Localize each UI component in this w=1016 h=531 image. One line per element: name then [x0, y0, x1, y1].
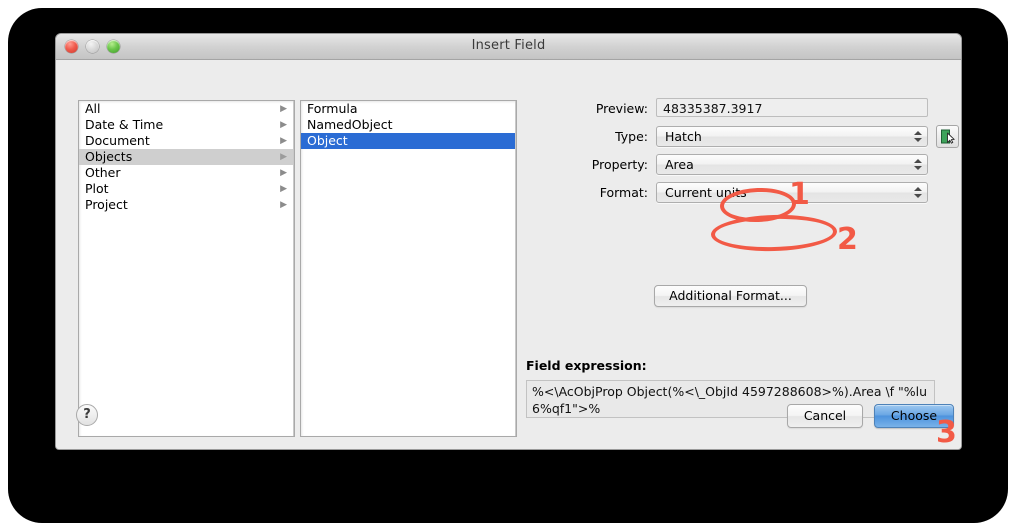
chevron-right-icon: ▶: [280, 184, 287, 194]
list-item-label: NamedObject: [307, 117, 393, 132]
list-item[interactable]: Formula: [301, 101, 516, 117]
type-dropdown[interactable]: Hatch: [656, 126, 928, 147]
object-picker-icon: [941, 129, 955, 144]
property-dropdown-value: Area: [665, 157, 694, 172]
field-type-list[interactable]: Formula NamedObject Object: [300, 100, 517, 437]
list-item-label: Plot: [85, 181, 109, 196]
chevron-right-icon: ▶: [280, 136, 287, 146]
list-item-label: Date & Time: [85, 117, 164, 132]
annotation-ellipse-2: [710, 213, 838, 253]
annotation-number-1: 1: [789, 177, 810, 212]
list-item-label: Formula: [307, 101, 358, 116]
annotation-number-2: 2: [837, 222, 858, 257]
property-label: Property:: [591, 157, 648, 172]
chevron-right-icon: ▶: [280, 168, 287, 178]
stepper-arrows-icon: [913, 184, 922, 201]
window-title: Insert Field: [471, 38, 546, 53]
annotation-number-3: 3: [936, 415, 957, 450]
type-row: Type: Hatch: [526, 125, 959, 148]
type-dropdown-value: Hatch: [665, 129, 702, 144]
list-item[interactable]: Plot ▶: [79, 181, 294, 197]
list-scroll-gutter[interactable]: [293, 101, 294, 436]
window-titlebar[interactable]: Insert Field: [56, 34, 961, 60]
list-item-label: Other: [85, 165, 121, 180]
list-item[interactable]: All ▶: [79, 101, 294, 117]
list-scroll-gutter[interactable]: [515, 101, 516, 436]
chevron-right-icon: ▶: [280, 200, 287, 210]
preview-label: Preview:: [595, 101, 648, 116]
format-dropdown-value: Current units: [665, 185, 747, 200]
chevron-right-icon: ▶: [280, 152, 287, 162]
screenshot-root: Insert Field All ▶ Date & Time ▶ Documen…: [0, 0, 1016, 531]
list-item[interactable]: NamedObject: [301, 117, 516, 133]
list-item[interactable]: Date & Time ▶: [79, 117, 294, 133]
preview-row: Preview: 48335387.3917: [526, 98, 941, 120]
list-item-label: Project: [85, 197, 128, 212]
object-picker-button[interactable]: [936, 125, 959, 148]
stepper-arrows-icon: [913, 156, 922, 173]
list-item-label: Object: [307, 133, 348, 148]
list-item-object-selected[interactable]: Object: [301, 133, 516, 149]
insert-field-dialog: Insert Field All ▶ Date & Time ▶ Documen…: [55, 33, 962, 450]
list-item[interactable]: Other ▶: [79, 165, 294, 181]
property-row: Property: Area: [526, 154, 941, 176]
dialog-body: All ▶ Date & Time ▶ Document ▶ Objects ▶…: [56, 60, 961, 449]
type-label: Type:: [615, 129, 648, 144]
list-item-label: All: [85, 101, 101, 116]
list-item-objects-selected[interactable]: Objects ▶: [79, 149, 294, 165]
field-expression-label: Field expression:: [526, 358, 647, 373]
list-item-label: Objects: [85, 149, 133, 164]
stepper-arrows-icon: [913, 128, 922, 145]
category-list[interactable]: All ▶ Date & Time ▶ Document ▶ Objects ▶…: [78, 100, 295, 437]
property-dropdown[interactable]: Area: [656, 154, 928, 175]
list-item-label: Document: [85, 133, 150, 148]
chevron-right-icon: ▶: [280, 120, 287, 130]
chevron-right-icon: ▶: [280, 104, 287, 114]
preview-value: 48335387.3917: [656, 98, 928, 117]
field-options-form: Preview: 48335387.3917 Type: Hatch Prope…: [526, 98, 959, 210]
list-item[interactable]: Project ▶: [79, 197, 294, 213]
cancel-button[interactable]: Cancel: [787, 404, 863, 428]
format-row: Format: Current units: [526, 182, 941, 204]
additional-format-button[interactable]: Additional Format...: [654, 285, 807, 307]
help-button[interactable]: ?: [76, 404, 98, 426]
format-label: Format:: [599, 185, 648, 200]
list-item[interactable]: Document ▶: [79, 133, 294, 149]
